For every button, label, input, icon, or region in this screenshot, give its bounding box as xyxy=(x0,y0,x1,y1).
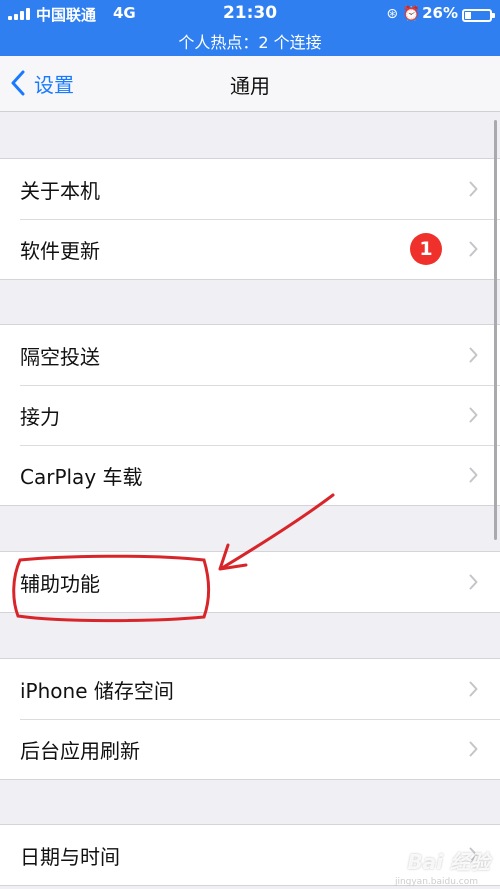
settings-row-label: 软件更新 xyxy=(20,239,100,263)
settings-row[interactable]: 软件更新 1 xyxy=(0,219,500,279)
settings-row-label: 隔空投送 xyxy=(20,345,100,369)
battery-percent: 26% xyxy=(422,4,458,22)
battery-icon xyxy=(462,9,495,22)
settings-group: 隔空投送接力 CarPlay 车载 xyxy=(0,324,500,506)
navigation-bar: 设置 通用 xyxy=(0,56,500,112)
scroll-indicator xyxy=(494,120,497,540)
rotation-lock-icon: ⊛ xyxy=(386,6,399,22)
hotspot-banner[interactable]: 个人热点：2 个连接 xyxy=(0,29,500,53)
settings-row-label: CarPlay 车载 xyxy=(20,465,143,489)
settings-row[interactable]: iPhone 储存空间 xyxy=(0,659,500,719)
chevron-right-icon xyxy=(469,574,478,590)
settings-row[interactable]: 接力 xyxy=(0,385,500,445)
settings-row-label: 辅助功能 xyxy=(20,572,100,596)
chevron-right-icon xyxy=(469,241,478,257)
settings-row-label: 日期与时间 xyxy=(20,845,120,869)
settings-row-label: 接力 xyxy=(20,405,60,429)
alarm-icon: ⏰ xyxy=(402,6,420,22)
settings-group: 辅助功能 xyxy=(0,551,500,613)
status-icons: ⊛ ⏰ xyxy=(386,6,420,22)
settings-row-label: iPhone 储存空间 xyxy=(20,679,174,703)
settings-row[interactable]: 辅助功能 xyxy=(0,552,500,612)
chevron-right-icon xyxy=(469,741,478,757)
battery-fill xyxy=(465,12,471,19)
settings-row[interactable]: 隔空投送 xyxy=(0,325,500,385)
watermark: Bai 经验 xyxy=(407,850,490,874)
status-bar: 中国联通 4G 21:30 ⊛ ⏰ 26% 个人热点：2 个连接 xyxy=(0,0,500,56)
settings-row[interactable]: 关于本机 xyxy=(0,159,500,219)
chevron-right-icon xyxy=(469,407,478,423)
chevron-right-icon xyxy=(469,347,478,363)
page-title: 通用 xyxy=(230,74,270,98)
status-top: 中国联通 4G 21:30 ⊛ ⏰ 26% xyxy=(0,0,500,28)
update-badge: 1 xyxy=(410,233,442,265)
chevron-right-icon xyxy=(469,681,478,697)
chevron-right-icon xyxy=(469,467,478,483)
chevron-right-icon xyxy=(469,181,478,197)
settings-group: 关于本机软件更新 1 xyxy=(0,158,500,280)
settings-row-label: 后台应用刷新 xyxy=(20,739,140,763)
settings-row[interactable]: CarPlay 车载 xyxy=(0,445,500,505)
settings-group: iPhone 储存空间 后台应用刷新 xyxy=(0,658,500,780)
settings-row[interactable]: 后台应用刷新 xyxy=(0,719,500,779)
settings-row-label: 关于本机 xyxy=(20,179,100,203)
watermark-url: jingyan.baidu.com xyxy=(394,877,478,887)
